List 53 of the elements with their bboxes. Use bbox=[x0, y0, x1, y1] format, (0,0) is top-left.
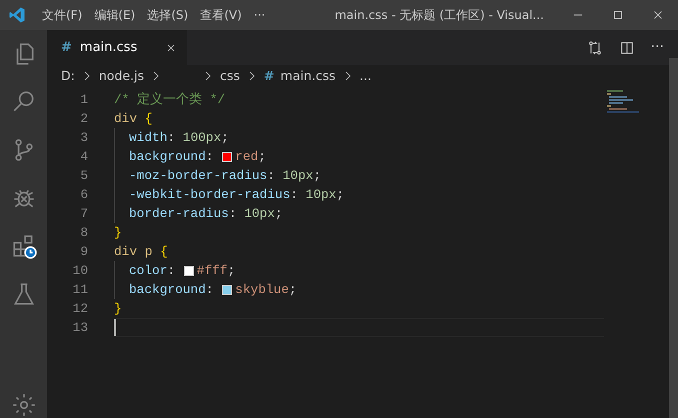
menu-item[interactable]: 选择(S) bbox=[141, 6, 194, 24]
color-swatch[interactable] bbox=[184, 266, 194, 276]
menu-item[interactable]: 查看(V) bbox=[194, 6, 248, 24]
line-number: 9 bbox=[79, 243, 88, 261]
menu-item[interactable]: 文件(F) bbox=[36, 6, 88, 24]
minimap-drawing bbox=[605, 90, 639, 116]
maximize-icon[interactable] bbox=[611, 8, 625, 22]
menu-item[interactable]: 编辑(E) bbox=[88, 6, 142, 24]
code-line: width: 100px; bbox=[114, 128, 604, 147]
breadcrumb-item[interactable]: node.js bbox=[98, 66, 144, 86]
code-line: /* 定义一个类 */ bbox=[114, 91, 226, 109]
line-number: 12 bbox=[72, 300, 88, 318]
breadcrumb-item[interactable]: D: bbox=[61, 66, 75, 86]
code-line: border-radius: 10px; bbox=[114, 204, 604, 223]
line-number: 13 bbox=[72, 319, 88, 337]
code-text: background: skyblue; bbox=[129, 281, 297, 299]
close-icon[interactable] bbox=[165, 42, 177, 54]
code-line: } bbox=[114, 300, 123, 318]
code-line: div p { bbox=[114, 243, 169, 261]
breadcrumb-item[interactable]: # main.css bbox=[264, 66, 336, 86]
color-swatch[interactable] bbox=[222, 152, 232, 162]
code-line: } bbox=[114, 224, 123, 242]
scrollbar[interactable] bbox=[669, 58, 678, 418]
line-number: 6 bbox=[79, 186, 88, 204]
code-text: background: red; bbox=[129, 148, 266, 166]
code-text: color: #fff; bbox=[129, 262, 236, 280]
line-number: 3 bbox=[79, 129, 88, 147]
settings-icon[interactable] bbox=[10, 392, 36, 418]
breadcrumb-item[interactable]: css bbox=[220, 66, 240, 86]
line-number: 4 bbox=[79, 148, 88, 166]
file-type-icon: # bbox=[61, 38, 72, 58]
code-line: -webkit-border-radius: 10px; bbox=[114, 185, 604, 204]
color-swatch[interactable] bbox=[222, 284, 232, 294]
line-number: 10 bbox=[72, 262, 88, 280]
line-number: 2 bbox=[79, 110, 88, 128]
compare-changes-icon[interactable] bbox=[586, 40, 603, 56]
editor-tab[interactable]: # main.css bbox=[47, 30, 187, 65]
line-number: 11 bbox=[72, 281, 88, 299]
code-line: -moz-border-radius: 10px; bbox=[114, 166, 604, 185]
split-editor-icon[interactable] bbox=[618, 40, 635, 56]
window-title: main.css - 无标题 (工作区) - Visual... bbox=[334, 7, 544, 24]
menu-item[interactable]: ··· bbox=[248, 6, 272, 24]
file-type-icon: # bbox=[264, 66, 274, 86]
line-number: 5 bbox=[79, 167, 88, 185]
breadcrumb-item[interactable]: ... bbox=[360, 66, 372, 86]
text-cursor bbox=[114, 319, 116, 336]
line-number: 1 bbox=[79, 91, 88, 109]
more-actions-button[interactable]: ··· bbox=[650, 37, 664, 58]
line-number: 8 bbox=[79, 224, 88, 242]
code-line: div { bbox=[114, 110, 154, 128]
app-logo-icon bbox=[8, 6, 26, 24]
line-number: 7 bbox=[79, 205, 88, 223]
extensions-icon[interactable] bbox=[10, 233, 36, 259]
